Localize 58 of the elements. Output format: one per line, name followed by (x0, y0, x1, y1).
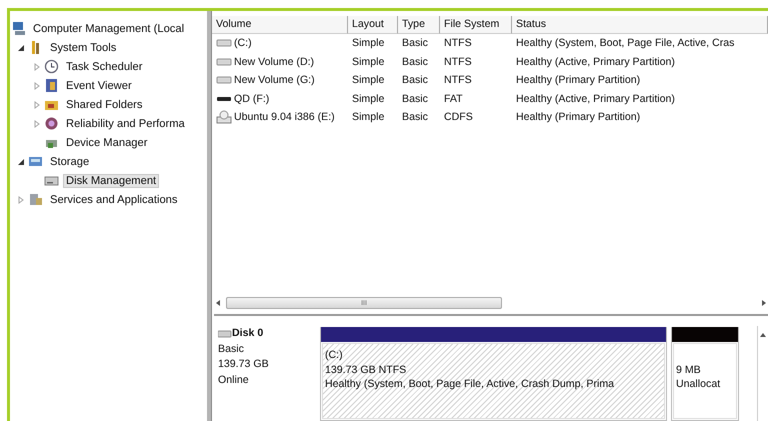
expanded-arrow-icon[interactable] (17, 158, 25, 166)
table-cell: Simple (352, 56, 384, 68)
disk-name: Disk 0 (232, 326, 264, 341)
column-header[interactable]: Volume (212, 16, 348, 34)
disk-detail: Basic (218, 342, 245, 356)
tree-item[interactable]: Task Scheduler (63, 60, 146, 74)
disk-detail: Online (218, 372, 250, 388)
table-cell: Simple (352, 37, 384, 50)
table-cell: Basic (402, 37, 428, 50)
table-cell: QD (F:) (234, 92, 270, 105)
table-cell: Simple (352, 92, 384, 105)
column-header[interactable]: Type (398, 16, 440, 34)
table-cell: Healthy (Primary Partition) (516, 74, 640, 86)
services-icon (28, 192, 43, 207)
cd-drive-icon (216, 110, 232, 124)
scroll-left-icon[interactable] (214, 299, 222, 307)
computer-icon (11, 21, 26, 36)
scroll-right-icon[interactable] (760, 299, 768, 307)
tree-item[interactable]: Event Viewer (63, 78, 135, 92)
table-cell: Basic (402, 111, 428, 124)
table-cell: NTFS (444, 37, 472, 50)
table-cell: Healthy (System, Boot, Page File, Active, Cras (516, 37, 734, 50)
table-cell: New Volume (G:) (234, 74, 315, 86)
clock-icon (44, 59, 59, 74)
table-cell: Ubuntu 9.04 i386 (E:) (234, 111, 335, 124)
tree-item[interactable]: Services and Applications (47, 192, 180, 206)
column-header[interactable]: Layout (348, 16, 398, 34)
gauge-icon (44, 116, 59, 131)
log-book-icon (44, 78, 59, 93)
table-cell: Simple (352, 111, 384, 124)
table-cell: CDFS (444, 111, 473, 124)
tree-item[interactable]: Reliability and Performa (63, 116, 188, 130)
tree-item[interactable]: Shared Folders (63, 98, 146, 112)
column-header[interactable]: Status (512, 16, 768, 34)
table-cell: FAT (444, 92, 463, 105)
scroll-up-icon[interactable] (759, 332, 767, 338)
storage-icon (28, 154, 43, 169)
tree-item[interactable]: System Tools (47, 40, 120, 54)
tree-item[interactable]: Storage (47, 154, 92, 168)
tree-item[interactable]: Device Manager (63, 136, 150, 150)
table-cell: Healthy (Primary Partition) (516, 111, 640, 124)
table-cell: Simple (352, 74, 384, 86)
table-cell: Basic (402, 56, 428, 68)
disk-detail: 139.73 GB (218, 357, 270, 372)
table-cell: NTFS (444, 74, 472, 86)
table-cell: Basic (402, 74, 428, 86)
partition[interactable]: (C:) 139.73 GB NTFS Healthy (System, Boot, Page File, Active, Crash Dump, Prima (322, 343, 665, 419)
table-cell: New Volume (D:) (234, 56, 314, 68)
table-cell: Basic (402, 92, 428, 105)
partition[interactable]: 9 MB Unallocat (673, 343, 737, 419)
table-cell: Healthy (Active, Primary Partition) (516, 56, 675, 68)
table-cell: Healthy (Active, Primary Partition) (516, 92, 675, 105)
tree-item[interactable]: Disk Management (63, 174, 160, 188)
tree-item[interactable]: Computer Management (Local (30, 22, 188, 36)
expanded-arrow-icon[interactable] (17, 44, 25, 52)
table-cell: NTFS (444, 56, 472, 68)
table-cell: (C:) (234, 37, 252, 50)
column-header[interactable]: File System (440, 16, 512, 34)
